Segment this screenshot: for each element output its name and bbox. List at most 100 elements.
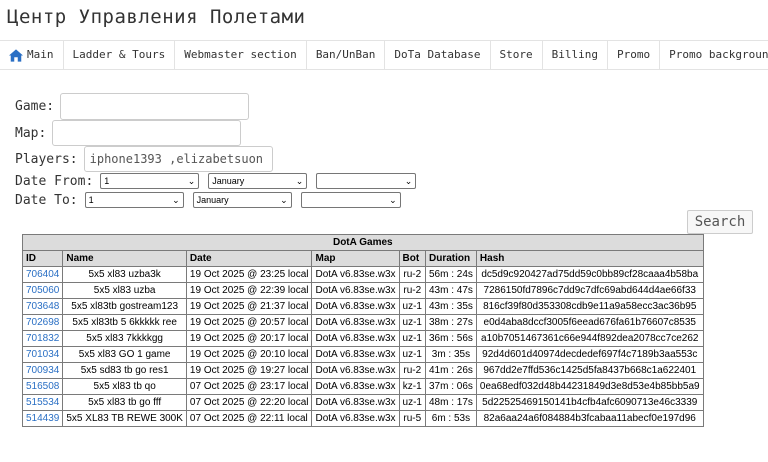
cell-name: 5x5 xl83 uzba3k xyxy=(62,266,187,283)
nav-item-main[interactable]: Main xyxy=(0,41,64,69)
nav-item-promo[interactable]: Promo xyxy=(608,41,661,69)
cell-duration: 41m : 26s xyxy=(424,362,477,379)
game-id-link[interactable]: 700934 xyxy=(26,365,59,376)
cell-bot: uz-1 xyxy=(398,314,426,331)
search-button[interactable]: Search xyxy=(687,210,753,234)
cell-bot: ru-5 xyxy=(398,410,426,427)
game-input[interactable] xyxy=(60,93,250,120)
date-from-year-select[interactable]: ⌄ xyxy=(316,173,417,189)
cell-bot: uz-1 xyxy=(398,346,426,363)
cell-id: 701034 xyxy=(21,346,64,363)
nav-item-label: DoTa Database xyxy=(394,48,481,61)
cell-bot: kz-1 xyxy=(398,378,426,395)
game-id-link[interactable]: 701832 xyxy=(26,333,59,344)
cell-date: 19 Oct 2025 @ 21:37 local xyxy=(185,298,313,315)
cell-map: DotA v6.83se.w3x xyxy=(311,298,400,315)
cell-date: 19 Oct 2025 @ 22:39 local xyxy=(185,282,313,299)
chevron-down-icon: ⌄ xyxy=(295,175,304,186)
cell-bot: ru-2 xyxy=(398,362,426,379)
cell-hash: e0d4aba8dccf3005f6eead676fa61b76607c8535 xyxy=(475,314,704,331)
nav-item-webmaster-section[interactable]: Webmaster section xyxy=(175,41,307,69)
cell-date: 19 Oct 2025 @ 23:25 local xyxy=(185,266,313,283)
cell-hash: 967dd2e7ffd536c1425d5fa8437b668c1a622401 xyxy=(475,362,704,379)
game-id-link[interactable]: 705060 xyxy=(26,285,59,296)
nav-item-ban-unban[interactable]: Ban/UnBan xyxy=(307,41,386,69)
date-from-month-select[interactable]: January ⌄ xyxy=(208,173,308,189)
cell-bot: ru-2 xyxy=(398,266,426,283)
games-table-body: 706404 5x5 xl83 uzba3k 19 Oct 2025 @ 23:25… xyxy=(21,266,704,427)
cell-hash: 82a6aa24a6f084884b3fcabaa11abecf0e197d96 xyxy=(475,410,704,427)
date-from-row: Date From: 1 ⌄ January ⌄ ⌄ xyxy=(15,173,425,189)
chevron-down-icon: ⌄ xyxy=(187,175,196,186)
game-id-link[interactable]: 702698 xyxy=(26,317,59,328)
cell-duration: 36m : 56s xyxy=(424,330,477,347)
cell-id: 516508 xyxy=(21,378,64,395)
cell-duration: 3m : 35s xyxy=(424,346,477,363)
nav-item-dota-database[interactable]: DoTa Database xyxy=(385,41,491,69)
cell-date: 19 Oct 2025 @ 19:27 local xyxy=(185,362,313,379)
cell-map: DotA v6.83se.w3x xyxy=(311,282,400,299)
column-header-duration: Duration xyxy=(424,250,477,267)
players-input[interactable]: iphone1393 ,elizabetsuon xyxy=(83,146,273,172)
nav-item-store[interactable]: Store xyxy=(491,41,543,69)
cell-map: DotA v6.83se.w3x xyxy=(311,346,400,363)
date-to-year-select[interactable]: ⌄ xyxy=(300,192,401,208)
cell-id: 702698 xyxy=(21,314,64,331)
cell-map: DotA v6.83se.w3x xyxy=(311,330,400,347)
game-id-link[interactable]: 701034 xyxy=(26,349,59,360)
date-to-row: Date To: 1 ⌄ January ⌄ ⌄ xyxy=(15,192,410,208)
cell-duration: 48m : 17s xyxy=(424,394,477,411)
nav-item-ladder-tours[interactable]: Ladder & Tours xyxy=(64,41,176,69)
column-header-date: Date xyxy=(185,250,313,267)
cell-hash: 816cf39f80d353308cdb9e11a9a58ecc3ac36b95 xyxy=(475,298,704,315)
table-row: 700934 5x5 sd83 tb go res1 19 Oct 2025 @ 1… xyxy=(21,362,704,379)
nav-item-promo-background[interactable]: Promo background xyxy=(660,41,768,69)
table-caption: DotA Games xyxy=(22,234,704,251)
cell-id: 700934 xyxy=(21,362,64,379)
game-id-link[interactable]: 514439 xyxy=(26,413,59,424)
table-header-row: ID Name Date Map Bot Duration Hash xyxy=(21,250,704,267)
players-label: Players: xyxy=(15,151,78,167)
cell-duration: 43m : 35s xyxy=(424,298,477,315)
date-to-month-select[interactable]: January ⌄ xyxy=(192,192,292,208)
cell-hash: dc5d9c920427ad75dd59c0bb89cf28caaa4b58ba xyxy=(475,266,704,283)
cell-name: 5x5 xl83 uzba xyxy=(62,282,187,299)
select-value: 1 xyxy=(104,176,110,186)
select-value: January xyxy=(212,176,245,186)
cell-id: 706404 xyxy=(21,266,64,283)
date-to-label: Date To: xyxy=(15,192,78,208)
game-id-link[interactable]: 706404 xyxy=(26,269,59,280)
chevron-down-icon: ⌄ xyxy=(280,194,288,205)
game-id-link[interactable]: 515534 xyxy=(26,397,59,408)
cell-date: 07 Oct 2025 @ 23:17 local xyxy=(185,378,313,395)
game-id-link[interactable]: 516508 xyxy=(26,381,59,392)
column-header-hash: Hash xyxy=(475,250,704,267)
cell-map: DotA v6.83se.w3x xyxy=(311,266,400,283)
cell-bot: uz-1 xyxy=(398,330,426,347)
map-row: Map: xyxy=(15,120,242,146)
table-row: 515534 5x5 xl83 tb go fff 07 Oct 2025 @ 22… xyxy=(21,394,704,411)
map-input[interactable] xyxy=(52,120,242,146)
cell-date: 07 Oct 2025 @ 22:11 local xyxy=(185,410,313,427)
cell-date: 07 Oct 2025 @ 22:20 local xyxy=(185,394,313,411)
cell-id: 515534 xyxy=(21,394,64,411)
date-from-day-select[interactable]: 1 ⌄ xyxy=(100,173,200,189)
game-label: Game: xyxy=(15,99,55,114)
map-label: Map: xyxy=(15,125,47,141)
cell-hash: 7286150fd7896c7dd9c7dfc69abd644d4ae66f33 xyxy=(475,282,704,299)
date-to-day-select[interactable]: 1 ⌄ xyxy=(84,192,184,208)
game-id-link[interactable]: 703648 xyxy=(26,301,59,312)
cell-hash: a10b7051467361c66e944f892dea2078cc7ce262 xyxy=(475,330,704,347)
nav-item-label: Ladder & Tours xyxy=(72,48,166,61)
cell-duration: 37m : 06s xyxy=(424,378,477,395)
cell-date: 19 Oct 2025 @ 20:57 local xyxy=(185,314,313,331)
nav-item-billing[interactable]: Billing xyxy=(543,41,608,69)
chevron-down-icon: ⌄ xyxy=(172,194,180,205)
cell-id: 701832 xyxy=(21,330,64,347)
select-value: 1 xyxy=(88,195,94,205)
column-header-map: Map xyxy=(311,250,400,267)
table-row: 516508 5x5 xl83 tb qo 07 Oct 2025 @ 23:17 … xyxy=(21,378,704,395)
cell-hash: 5d22525469150141b4cfb4afc6090713e46c3339 xyxy=(475,394,704,411)
column-header-id: ID xyxy=(21,250,64,267)
chevron-down-icon: ⌄ xyxy=(404,175,413,186)
